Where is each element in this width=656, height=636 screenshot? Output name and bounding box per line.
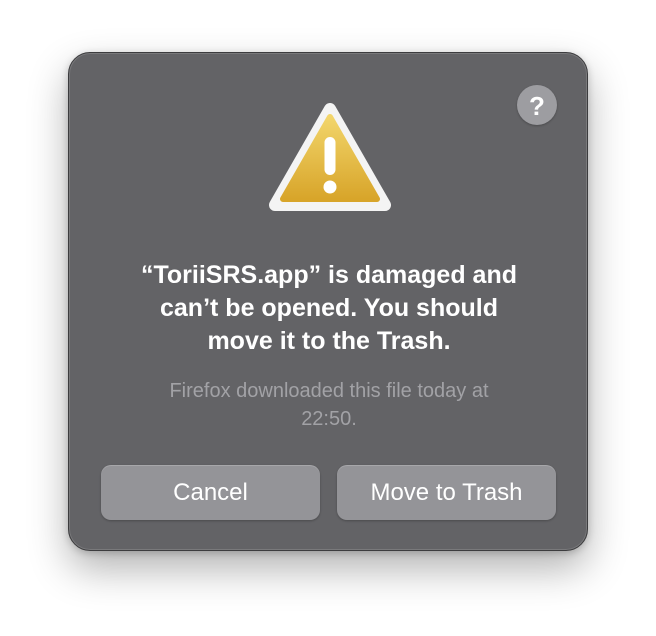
question-mark-icon: ? <box>529 90 545 121</box>
move-to-trash-button[interactable]: Move to Trash <box>337 465 556 520</box>
help-button[interactable]: ? <box>517 85 557 125</box>
alert-message: Firefox downloaded this file today at 22… <box>169 380 489 430</box>
alert-title: “ToriiSRS.app” is damaged and can’t be o… <box>141 261 517 355</box>
alert-dialog: ? “ToriiSRS.app” is damaged and can’t be… <box>68 52 588 551</box>
warning-triangle-icon <box>269 103 391 211</box>
screen-background: ? “ToriiSRS.app” is damaged and can’t be… <box>0 0 656 636</box>
cancel-button[interactable]: Cancel <box>101 465 320 520</box>
